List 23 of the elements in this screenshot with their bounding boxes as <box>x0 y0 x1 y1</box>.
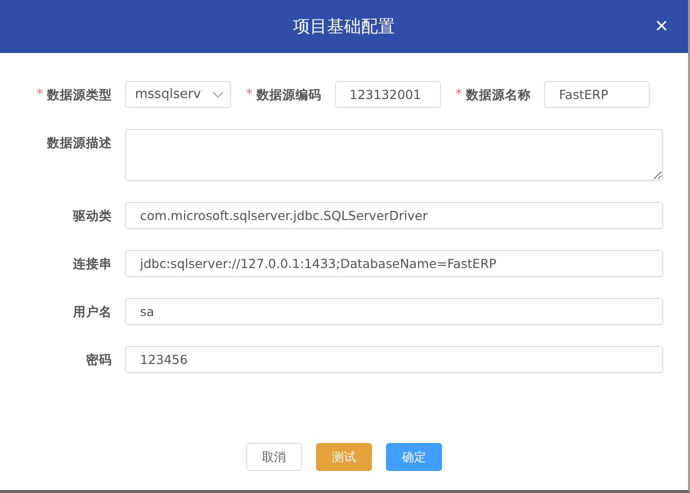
text-field[interactable]: jdbc:sqlserver://127.0.0.1:1433;DatabaseName=FastERP <box>125 250 663 277</box>
field-label: 数据源描述 <box>47 134 112 152</box>
field-label: 连接串 <box>73 255 112 273</box>
field-label: 数据源编码 <box>256 86 322 104</box>
field-label: 驱动类 <box>73 207 112 225</box>
field-label: 密码 <box>86 351 112 369</box>
type-select[interactable]: mssqlserv <box>125 81 231 108</box>
text-field[interactable]: sa <box>125 298 663 325</box>
description-field[interactable] <box>125 129 663 181</box>
dialog-button[interactable]: 取消 <box>246 443 302 471</box>
field-label: 数据源名称 <box>466 86 531 104</box>
text-field[interactable]: com.microsoft.sqlserver.jdbc.SQLServerDriver <box>125 202 663 229</box>
required-mark: * <box>246 86 252 102</box>
required-mark: * <box>456 86 462 102</box>
dialog-title: 项目基础配置 <box>293 16 395 38</box>
text-field[interactable]: FastERP <box>544 81 650 108</box>
text-field[interactable]: 123132001 <box>334 81 440 108</box>
required-mark: * <box>36 86 43 102</box>
close-button[interactable]: × <box>655 15 668 37</box>
field-label: 数据源类型 <box>47 86 112 104</box>
chevron-down-icon <box>212 90 224 98</box>
field-label: 用户名 <box>73 303 112 321</box>
text-field[interactable]: 123456 <box>125 346 663 373</box>
